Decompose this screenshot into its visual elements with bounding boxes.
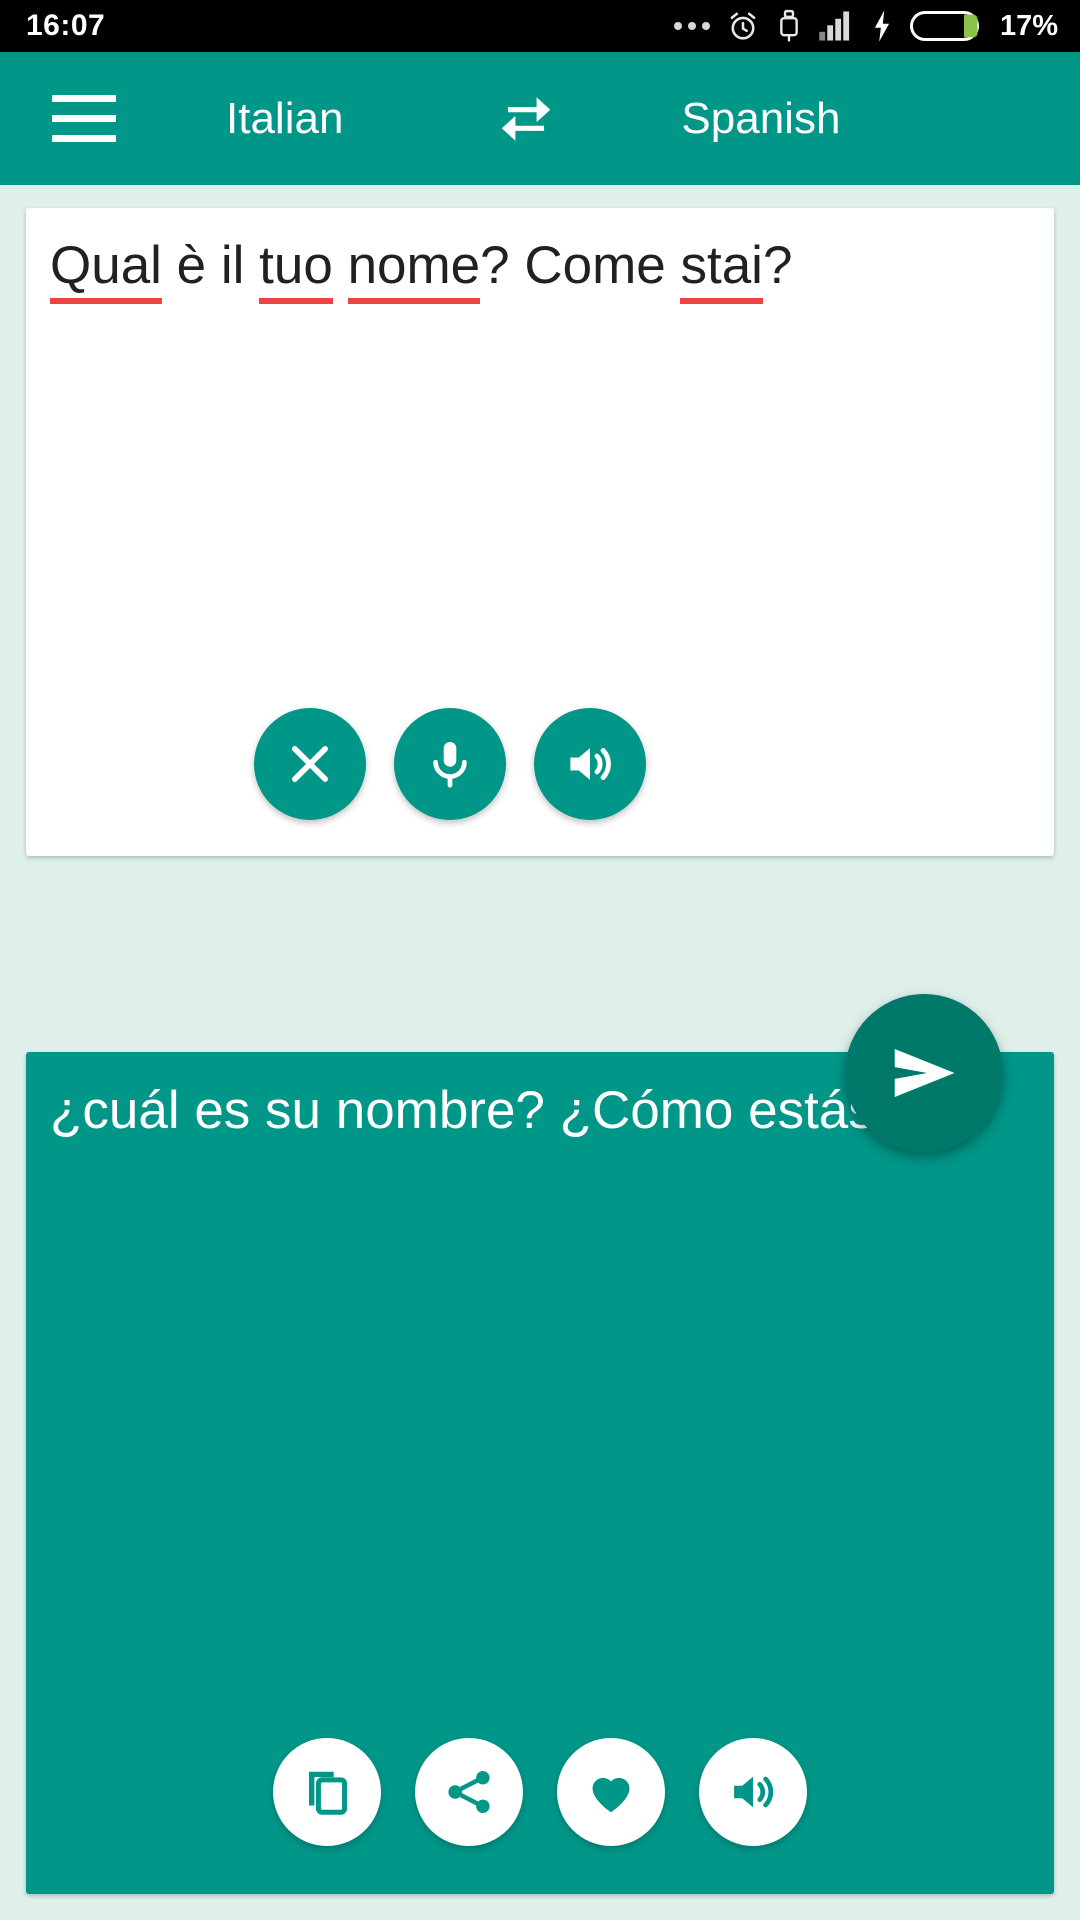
charging-bolt-icon	[874, 10, 890, 42]
close-x-icon	[292, 746, 328, 782]
battery-icon	[909, 11, 979, 41]
heart-icon	[592, 1777, 630, 1813]
source-text-input[interactable]: Qual è il tuo nome? Come stai?	[50, 233, 1030, 299]
share-icon	[448, 1770, 490, 1814]
translation-card: ¿cuál es su nombre? ¿Cómo estás?	[26, 1052, 1054, 1894]
clear-button[interactable]	[254, 708, 366, 820]
speaker-icon	[734, 1776, 774, 1808]
source-text-segment: è il	[161, 236, 260, 295]
speaker-icon	[570, 748, 611, 780]
misspelled-word: nome	[347, 236, 481, 295]
misspelled-word: Qual	[50, 236, 162, 295]
target-language-selector[interactable]: Spanish	[681, 94, 840, 144]
source-language-selector[interactable]: Italian	[226, 94, 343, 144]
source-actions	[26, 708, 1054, 820]
share-button[interactable]	[415, 1738, 523, 1846]
usb-icon	[780, 9, 798, 42]
swap-languages-icon[interactable]	[491, 84, 561, 154]
source-text-card: Qual è il tuo nome? Come stai?	[26, 208, 1054, 856]
favorite-button[interactable]	[557, 1738, 665, 1846]
microphone-icon	[433, 741, 467, 788]
speak-source-button[interactable]	[534, 708, 646, 820]
more-ellipsis-icon	[673, 22, 710, 30]
hamburger-menu-icon[interactable]	[52, 95, 116, 142]
source-text-segment: ?	[762, 236, 793, 295]
status-icons: 17%	[673, 9, 1058, 43]
app-bar: Italian Spanish	[0, 52, 1080, 185]
signal-bars-icon	[819, 11, 850, 41]
misspelled-word: stai	[680, 236, 763, 295]
source-text-segment	[333, 236, 348, 295]
battery-percentage: 17%	[999, 9, 1058, 42]
send-button[interactable]	[845, 994, 1003, 1152]
copy-icon	[309, 1771, 348, 1815]
status-bar: 16:07 17%	[0, 0, 1080, 52]
status-clock: 16:07	[26, 9, 106, 42]
send-icon	[894, 1048, 955, 1098]
alarm-clock-icon	[730, 12, 756, 40]
misspelled-word: tuo	[259, 236, 333, 295]
speak-translation-button[interactable]	[699, 1738, 807, 1846]
translation-actions	[26, 1738, 1054, 1846]
source-text-segment: ? Come	[480, 236, 681, 295]
microphone-button[interactable]	[394, 708, 506, 820]
copy-button[interactable]	[273, 1738, 381, 1846]
